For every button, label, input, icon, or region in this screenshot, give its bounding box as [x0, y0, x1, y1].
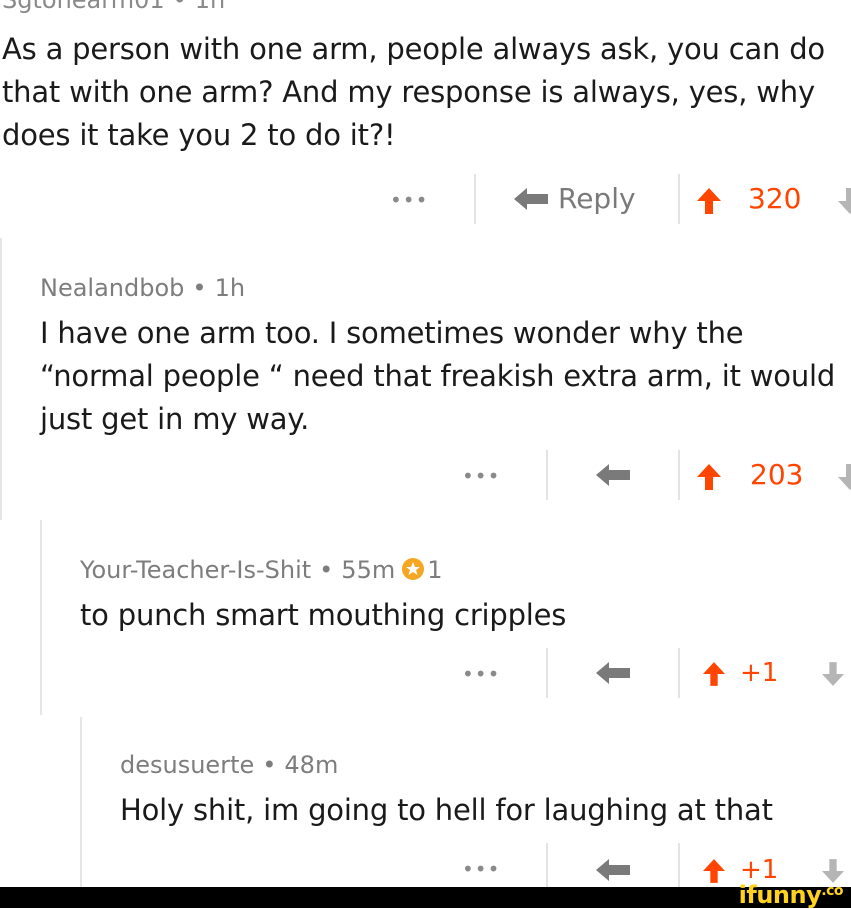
separator-dot: • [262, 751, 277, 779]
comment-actions: ••• 203 [0, 450, 851, 500]
separator-dot: • [319, 556, 334, 584]
comment-text: I have one arm too. I sometimes wonder w… [40, 316, 836, 436]
more-options-button[interactable]: ••• [462, 662, 500, 686]
more-options-button[interactable]: ••• [390, 188, 428, 212]
downvote-arrow-icon[interactable] [838, 464, 851, 490]
timestamp: 1h [214, 274, 246, 302]
username[interactable]: Sgtonearm01 [2, 0, 165, 14]
upvote-arrow-icon[interactable] [697, 464, 721, 490]
reply-arrow-icon[interactable] [596, 859, 630, 881]
reply-arrow-icon[interactable] [596, 662, 630, 684]
divider [678, 648, 680, 698]
separator-dot: • [192, 274, 207, 302]
award-count: 1 [427, 556, 443, 584]
award-icon[interactable] [401, 557, 425, 581]
downvote-arrow-icon[interactable] [822, 662, 844, 686]
watermark-suffix: .co [821, 883, 843, 899]
comment-0: Sgtonearm01 • 1h As a person with one arm,… [0, 0, 851, 235]
reply-arrow-icon[interactable] [596, 464, 630, 486]
divider [678, 450, 680, 500]
comment-actions: ••• +1 [0, 843, 851, 893]
separator-dot: • [172, 0, 187, 14]
comment-meta: Sgtonearm01 • 1h [2, 0, 225, 14]
timestamp: 48m [284, 751, 339, 779]
score: 203 [750, 458, 804, 491]
timestamp: 1h [194, 0, 226, 14]
comment-actions: ••• Reply 320 [0, 174, 851, 224]
comment-actions: ••• +1 [0, 648, 851, 698]
reply-label: Reply [558, 182, 636, 215]
divider [546, 450, 548, 500]
upvote-arrow-icon[interactable] [697, 188, 721, 214]
watermark-text: ifunny [738, 881, 822, 909]
comment-meta: Your-Teacher-Is-Shit • 55m 1 [80, 556, 443, 584]
reply-button[interactable]: Reply [514, 182, 636, 215]
comment-meta: desusuerte • 48m [120, 751, 338, 779]
divider [474, 174, 476, 224]
divider [546, 648, 548, 698]
score: 320 [748, 182, 802, 215]
comment-text: to punch smart mouthing cripples [80, 598, 567, 632]
upvote-arrow-icon[interactable] [703, 662, 725, 686]
ifunny-watermark: ifunny.co [738, 881, 844, 909]
username[interactable]: desusuerte [120, 751, 254, 779]
downvote-arrow-icon[interactable] [822, 859, 844, 883]
timestamp: 55m [341, 556, 396, 584]
username[interactable]: Nealandbob [40, 274, 184, 302]
comment-text: As a person with one arm, people always … [2, 32, 825, 152]
comment-3: desusuerte • 48m Holy shit, im going to he… [80, 717, 851, 893]
comment-1: Nealandbob • 1h I have one arm too. I some… [0, 238, 851, 520]
comment-text: Holy shit, im going to hell for laughing… [120, 793, 773, 827]
divider [678, 843, 680, 893]
comment-2: Your-Teacher-Is-Shit • 55m 1 to punch smart… [40, 520, 851, 715]
upvote-arrow-icon[interactable] [703, 859, 725, 883]
watermark-bar: ifunny.co [0, 881, 851, 909]
more-options-button[interactable]: ••• [462, 857, 500, 881]
reply-arrow-icon [514, 187, 548, 210]
comment-meta: Nealandbob • 1h [40, 274, 245, 302]
divider [678, 174, 680, 224]
more-options-button[interactable]: ••• [462, 464, 500, 488]
divider [546, 843, 548, 893]
username[interactable]: Your-Teacher-Is-Shit [80, 556, 311, 584]
downvote-arrow-icon[interactable] [838, 188, 851, 214]
score: +1 [740, 658, 779, 688]
